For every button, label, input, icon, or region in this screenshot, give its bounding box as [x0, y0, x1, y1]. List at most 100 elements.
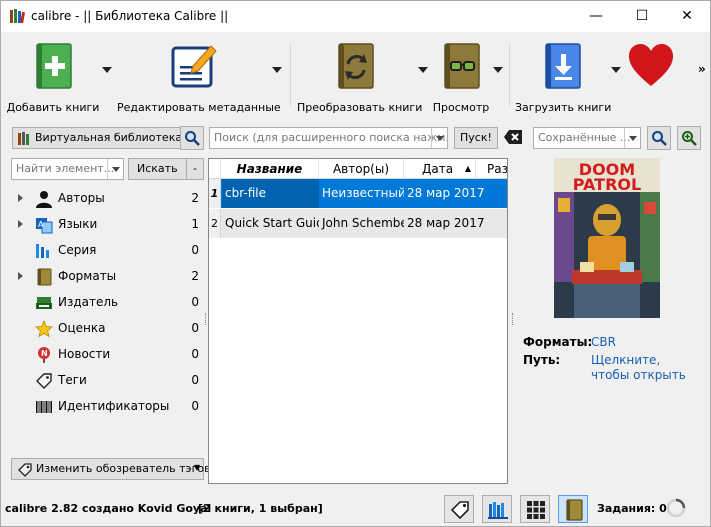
column-header-authors[interactable]: Автор(ы): [319, 159, 404, 179]
book-title-cell: cbr-file: [222, 179, 319, 208]
saved-searches-placeholder: Сохранённые ...: [538, 131, 631, 144]
tag-category-item[interactable]: Оценка 0: [15, 316, 205, 342]
publisher-icon: [35, 294, 53, 312]
add-books-menu-arrow[interactable]: [101, 40, 115, 112]
send-to-device-icon: [545, 43, 581, 89]
tag-category-item[interactable]: A Языки 1: [15, 212, 205, 238]
tag-category-count: 0: [191, 399, 199, 413]
virtual-library-label: Виртуальная библиотека: [35, 131, 183, 144]
search-placeholder: Поиск (для расширенного поиска нажм...: [214, 131, 448, 144]
series-icon: [35, 242, 53, 260]
row-number: 1: [209, 179, 221, 208]
maximize-button[interactable]: ☐: [619, 1, 665, 32]
search-icon: [652, 131, 667, 146]
calibre-window: calibre - || Библиотека Calibre || — ☐ ✕…: [0, 0, 711, 527]
tag-browser-toggle-button[interactable]: [444, 495, 474, 523]
book-list-table: Название Автор(ы) Дата ▲ Раз 1 cbr-file Не…: [208, 158, 508, 484]
tag-category-count: 2: [191, 269, 199, 283]
send-to-device-menu-arrow[interactable]: [610, 40, 624, 112]
tag-find-button[interactable]: Искать: [128, 158, 187, 180]
jobs-status[interactable]: Задания: 0: [597, 502, 667, 515]
user-icon: [35, 190, 53, 208]
tag-category-item[interactable]: Серия 0: [15, 238, 205, 264]
cover-browser-toggle-button[interactable]: [558, 495, 588, 523]
tag-category-label: Издатель: [58, 295, 119, 309]
tag-collapse-button[interactable]: -: [186, 158, 204, 180]
row-number: 2: [209, 209, 221, 238]
donate-button[interactable]: [625, 40, 681, 112]
view-menu-arrow[interactable]: [492, 40, 506, 112]
grid-view-toggle-button[interactable]: [520, 495, 550, 523]
clear-search-button[interactable]: [503, 129, 523, 145]
chevron-down-icon: [611, 67, 621, 73]
formats-value-link[interactable]: CBR: [591, 335, 616, 349]
search-toggle-button[interactable]: [180, 126, 204, 150]
tag-category-item[interactable]: Авторы 2: [15, 186, 205, 212]
tag-category-item[interactable]: Форматы 2: [15, 264, 205, 290]
tag-category-count: 0: [191, 373, 199, 387]
manage-tag-browser-label: Изменить обозреватель тэгов: [36, 462, 211, 475]
library-icon: [18, 132, 29, 145]
path-link-line1[interactable]: Щелкните,: [591, 353, 660, 367]
jobs-spinner-icon: [666, 498, 686, 518]
add-books-button[interactable]: Добавить книги: [5, 40, 101, 114]
cover-title-line2: PATROL: [573, 175, 641, 194]
book-icon: [35, 268, 53, 286]
book-details-toggle-button[interactable]: [482, 495, 512, 523]
virtual-library-button[interactable]: Виртуальная библиотека: [12, 127, 189, 149]
tag-find-input[interactable]: Найти элемент...: [11, 158, 124, 180]
path-link-line2[interactable]: чтобы открыть: [591, 368, 686, 382]
left-splitter[interactable]: [205, 313, 207, 325]
close-button[interactable]: ✕: [664, 1, 710, 32]
search-history-dropdown[interactable]: [431, 128, 447, 148]
tag-icon: [35, 372, 53, 390]
tag-category-item[interactable]: Теги 0: [15, 368, 205, 394]
column-header-date[interactable]: Дата ▲: [404, 159, 476, 179]
send-to-device-label: Загрузить книги: [515, 101, 612, 114]
chevron-down-icon: ▼: [193, 463, 200, 472]
search-go-button[interactable]: Пуск!: [454, 127, 498, 149]
tag-find-dropdown[interactable]: [107, 159, 123, 179]
view-label: Просмотр: [432, 101, 490, 114]
manage-tag-browser-button[interactable]: Изменить обозреватель тэгов ▼: [11, 458, 211, 480]
tag-category-item[interactable]: Издатель 0: [15, 290, 205, 316]
column-header-title[interactable]: Название: [221, 159, 319, 179]
minimize-button[interactable]: —: [573, 1, 619, 32]
bookshelf-icon: [488, 502, 508, 519]
book-author-cell: John Schember: [322, 216, 404, 230]
edit-metadata-menu-arrow[interactable]: [271, 40, 285, 112]
right-splitter[interactable]: [512, 313, 514, 325]
edit-metadata-button[interactable]: Редактировать метаданные: [117, 40, 281, 114]
tag-icon: [450, 501, 469, 520]
expand-arrow-icon[interactable]: [18, 220, 23, 228]
book-date-cell: 28 мар 2017: [407, 216, 485, 230]
book-row[interactable]: 1 cbr-file Неизвестный 28 мар 2017: [209, 179, 507, 208]
column-header-size[interactable]: Раз: [476, 159, 507, 179]
tag-category-label: Серия: [58, 243, 97, 257]
convert-books-button[interactable]: Преобразовать книги: [297, 40, 422, 114]
saved-search-button[interactable]: [647, 126, 671, 150]
save-search-button[interactable]: [677, 126, 701, 150]
cover-image: DOOM PATROL: [554, 158, 660, 318]
convert-books-menu-arrow[interactable]: [417, 40, 431, 112]
view-button[interactable]: Просмотр: [431, 40, 491, 114]
expand-arrow-icon[interactable]: [18, 194, 23, 202]
saved-searches-dropdown[interactable]: [624, 128, 640, 148]
search-input[interactable]: Поиск (для расширенного поиска нажм...: [209, 127, 448, 149]
send-to-device-button[interactable]: Загрузить книги: [515, 40, 612, 114]
book-cover[interactable]: DOOM PATROL: [554, 158, 660, 318]
sort-ascending-icon: ▲: [464, 164, 471, 173]
book-row[interactable]: 2 Quick Start GuideJohn Schember28 мар 20…: [209, 209, 507, 238]
tag-category-label: Идентификаторы: [58, 399, 170, 413]
star-icon: [35, 319, 53, 338]
saved-searches-select[interactable]: Сохранённые ...: [533, 127, 641, 149]
row-number-header: [209, 159, 221, 179]
edit-metadata-icon: [171, 45, 217, 88]
tag-category-item[interactable]: N Новости 0: [15, 342, 205, 368]
toolbar-overflow-button[interactable]: »: [698, 62, 706, 76]
expand-arrow-icon[interactable]: [18, 272, 23, 280]
tag-category-count: 2: [191, 191, 199, 205]
book-author-cell: Неизвестный: [322, 186, 404, 200]
news-icon: N: [35, 346, 53, 364]
tag-category-item[interactable]: Идентификаторы 0: [15, 394, 205, 420]
